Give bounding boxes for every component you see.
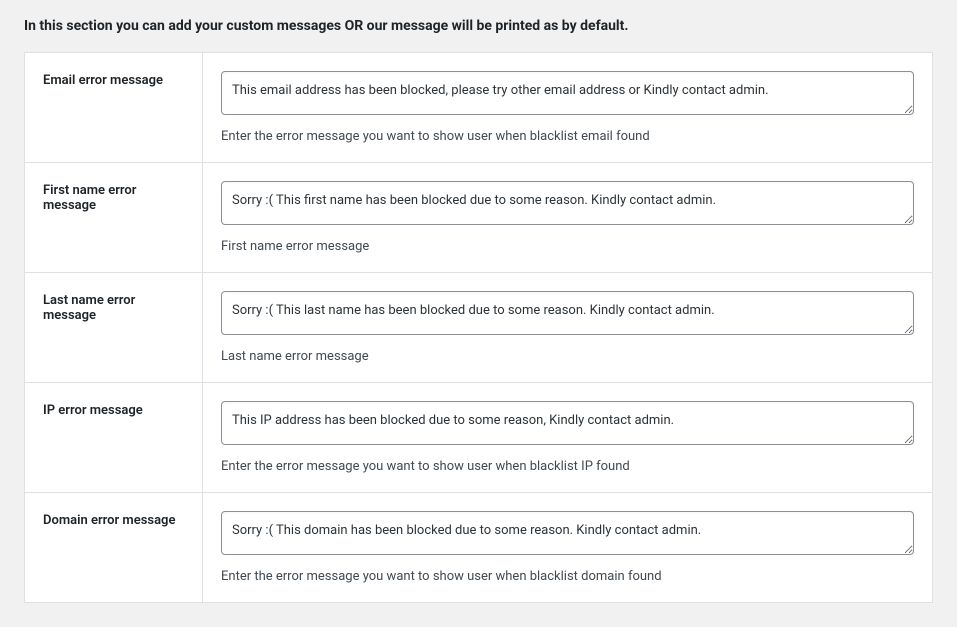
- label-domain-error: Domain error message: [25, 493, 203, 603]
- row-ip-error: IP error message Enter the error message…: [25, 383, 933, 493]
- section-title: In this section you can add your custom …: [24, 18, 933, 34]
- label-last-name-error: Last name error message: [25, 273, 203, 383]
- email-error-field[interactable]: [221, 71, 914, 115]
- help-last-name-error: Last name error message: [221, 349, 914, 364]
- last-name-error-field[interactable]: [221, 291, 914, 335]
- label-ip-error: IP error message: [25, 383, 203, 493]
- help-domain-error: Enter the error message you want to show…: [221, 569, 914, 584]
- help-email-error: Enter the error message you want to show…: [221, 129, 914, 144]
- help-ip-error: Enter the error message you want to show…: [221, 459, 914, 474]
- help-first-name-error: First name error message: [221, 239, 914, 254]
- row-first-name-error: First name error message First name erro…: [25, 163, 933, 273]
- messages-form-table: Email error message Enter the error mess…: [24, 52, 933, 603]
- label-first-name-error: First name error message: [25, 163, 203, 273]
- domain-error-field[interactable]: [221, 511, 914, 555]
- row-email-error: Email error message Enter the error mess…: [25, 53, 933, 163]
- row-domain-error: Domain error message Enter the error mes…: [25, 493, 933, 603]
- label-email-error: Email error message: [25, 53, 203, 163]
- first-name-error-field[interactable]: [221, 181, 914, 225]
- row-last-name-error: Last name error message Last name error …: [25, 273, 933, 383]
- ip-error-field[interactable]: [221, 401, 914, 445]
